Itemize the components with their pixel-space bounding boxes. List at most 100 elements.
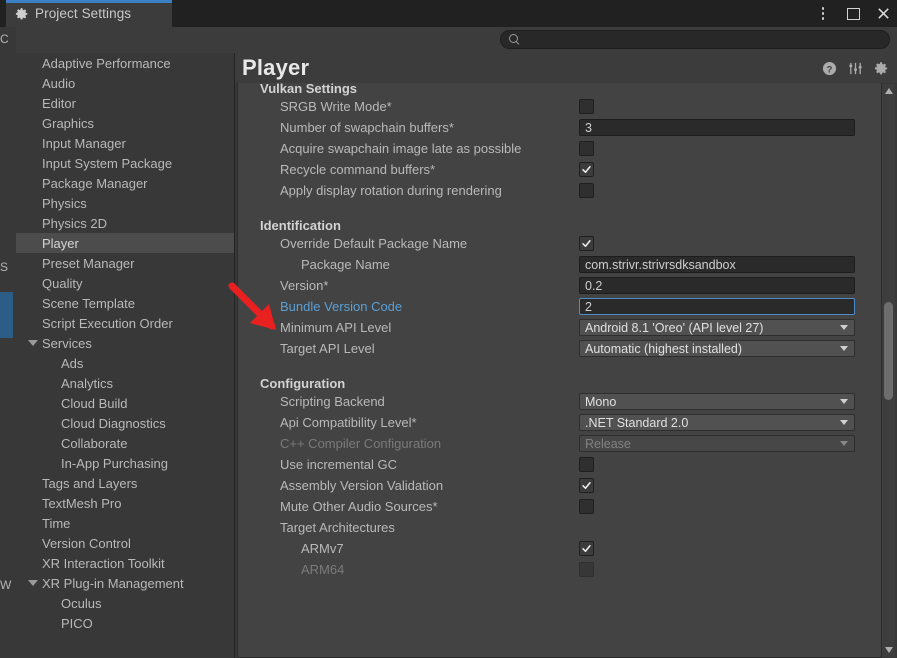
settings-row: SRGB Write Mode*: [238, 96, 881, 117]
setting-label[interactable]: Bundle Version Code: [238, 299, 402, 314]
background-window-selection: [0, 292, 13, 338]
settings-row: Apply display rotation during rendering: [238, 180, 881, 201]
row-spacer: [238, 201, 881, 212]
sidebar-item-package-manager[interactable]: Package Manager: [16, 173, 234, 193]
sidebar-item-label: Version Control: [42, 535, 131, 551]
sidebar-item-input-system-package[interactable]: Input System Package: [16, 153, 234, 173]
sidebar-item-textmesh-pro[interactable]: TextMesh Pro: [16, 493, 234, 513]
sidebar-item-input-manager[interactable]: Input Manager: [16, 133, 234, 153]
settings-row: Minimum API Level Android 8.1 'Oreo' (API…: [238, 317, 881, 338]
sidebar-item-label: Cloud Diagnostics: [61, 415, 166, 431]
sidebar-item-cloud-diagnostics[interactable]: Cloud Diagnostics: [16, 413, 234, 433]
settings-row: Mute Other Audio Sources*: [238, 496, 881, 517]
checkbox[interactable]: [579, 499, 594, 514]
close-icon[interactable]: [875, 5, 891, 23]
checkbox[interactable]: [579, 478, 594, 493]
settings-gear-icon[interactable]: [874, 61, 889, 76]
chevron-down-icon: [840, 399, 848, 404]
dropdown[interactable]: Mono: [579, 393, 855, 410]
sidebar-item-script-execution-order[interactable]: Script Execution Order: [16, 313, 234, 333]
section-header: Configuration: [260, 376, 346, 391]
sidebar-item-label: Graphics: [42, 115, 95, 131]
preset-icon[interactable]: [848, 61, 863, 76]
sidebar-item-xr-plug-in-management[interactable]: XR Plug-in Management: [16, 573, 234, 593]
chevron-down-icon[interactable]: [28, 340, 38, 346]
sidebar-item-label: Tags and Layers: [42, 475, 138, 491]
sidebar-item-physics[interactable]: Physics: [16, 193, 234, 213]
text-input[interactable]: 3: [579, 119, 855, 136]
setting-label: Number of swapchain buffers*: [280, 120, 454, 135]
settings-row: Version* 0.2: [238, 275, 881, 296]
scrollbar-thumb[interactable]: [884, 302, 893, 400]
search-box[interactable]: [500, 30, 890, 49]
settings-sidebar[interactable]: Adaptive Performance Audio Editor Graphics I…: [16, 53, 235, 658]
row-spacer: [238, 359, 881, 370]
help-icon[interactable]: ?: [822, 61, 837, 76]
sidebar-item-player[interactable]: Player: [16, 233, 234, 253]
section-header: Identification: [260, 218, 341, 233]
search-icon: [509, 34, 520, 45]
text-input[interactable]: com.strivr.strivrsdksandbox: [579, 256, 855, 273]
sidebar-item-xr-interaction-toolkit[interactable]: XR Interaction Toolkit: [16, 553, 234, 573]
dropdown[interactable]: .NET Standard 2.0: [579, 414, 855, 431]
dropdown: Release: [579, 435, 855, 452]
sidebar-item-ads[interactable]: Ads: [16, 353, 234, 373]
checkbox[interactable]: [579, 141, 594, 156]
settings-row: Target API Level Automatic (highest insta…: [238, 338, 881, 359]
sidebar-item-oculus[interactable]: Oculus: [16, 593, 234, 613]
checkbox[interactable]: [579, 162, 594, 177]
sidebar-item-pico[interactable]: PICO: [16, 613, 234, 633]
text-input[interactable]: 2: [579, 298, 855, 315]
setting-label: Use incremental GC: [280, 457, 398, 472]
sidebar-item-audio[interactable]: Audio: [16, 73, 234, 93]
sidebar-item-adaptive-performance[interactable]: Adaptive Performance: [16, 53, 234, 73]
sidebar-item-label: Ads: [61, 355, 84, 371]
kebab-menu-icon[interactable]: [815, 5, 831, 23]
settings-row: C++ Compiler Configuration Release: [238, 433, 881, 454]
sidebar-item-collaborate[interactable]: Collaborate: [16, 433, 234, 453]
sidebar-item-cloud-build[interactable]: Cloud Build: [16, 393, 234, 413]
scroll-down-arrow-icon[interactable]: [884, 647, 893, 653]
settings-list: Vulkan Settings SRGB Write Mode* Number of…: [238, 83, 881, 580]
settings-scroll-area: Vulkan Settings SRGB Write Mode* Number of…: [237, 83, 882, 658]
checkbox[interactable]: [579, 236, 594, 251]
checkbox[interactable]: [579, 541, 594, 556]
maximize-icon[interactable]: [845, 5, 861, 23]
settings-row: ARM64: [238, 559, 881, 580]
chevron-down-icon[interactable]: [28, 580, 38, 586]
project-settings-window: CSW Project Settings Adaptive Performanc…: [0, 0, 897, 658]
dropdown-value: .NET Standard 2.0: [585, 415, 689, 430]
scroll-up-arrow-icon[interactable]: [884, 88, 893, 94]
svg-text:?: ?: [827, 64, 833, 74]
sidebar-item-scene-template[interactable]: Scene Template: [16, 293, 234, 313]
tab-project-settings[interactable]: Project Settings: [6, 0, 172, 27]
vertical-scrollbar[interactable]: [882, 84, 895, 657]
sidebar-item-version-control[interactable]: Version Control: [16, 533, 234, 553]
sidebar-item-in-app-purchasing[interactable]: In-App Purchasing: [16, 453, 234, 473]
sidebar-item-tags-and-layers[interactable]: Tags and Layers: [16, 473, 234, 493]
checkbox[interactable]: [579, 457, 594, 472]
sidebar-item-label: Collaborate: [61, 435, 128, 451]
sidebar-item-preset-manager[interactable]: Preset Manager: [16, 253, 234, 273]
sidebar-item-label: Oculus: [61, 595, 102, 611]
sidebar-item-analytics[interactable]: Analytics: [16, 373, 234, 393]
checkbox[interactable]: [579, 99, 594, 114]
sidebar-item-graphics[interactable]: Graphics: [16, 113, 234, 133]
tab-label: Project Settings: [35, 6, 132, 21]
sidebar-item-services[interactable]: Services: [16, 333, 234, 353]
window-controls: [815, 0, 891, 27]
sidebar-item-editor[interactable]: Editor: [16, 93, 234, 113]
checkbox[interactable]: [579, 183, 594, 198]
search-input[interactable]: [524, 33, 864, 46]
dropdown[interactable]: Automatic (highest installed): [579, 340, 855, 357]
setting-label: Override Default Package Name: [280, 236, 468, 251]
sidebar-item-quality[interactable]: Quality: [16, 273, 234, 293]
setting-label: Api Compatibility Level*: [280, 415, 417, 430]
dropdown[interactable]: Android 8.1 'Oreo' (API level 27): [579, 319, 855, 336]
settings-row: Scripting Backend Mono: [238, 391, 881, 412]
sidebar-item-time[interactable]: Time: [16, 513, 234, 533]
text-input[interactable]: 0.2: [579, 277, 855, 294]
sidebar-item-label: Editor: [42, 95, 76, 111]
sidebar-item-physics-2d[interactable]: Physics 2D: [16, 213, 234, 233]
setting-label: Package Name: [301, 257, 390, 272]
